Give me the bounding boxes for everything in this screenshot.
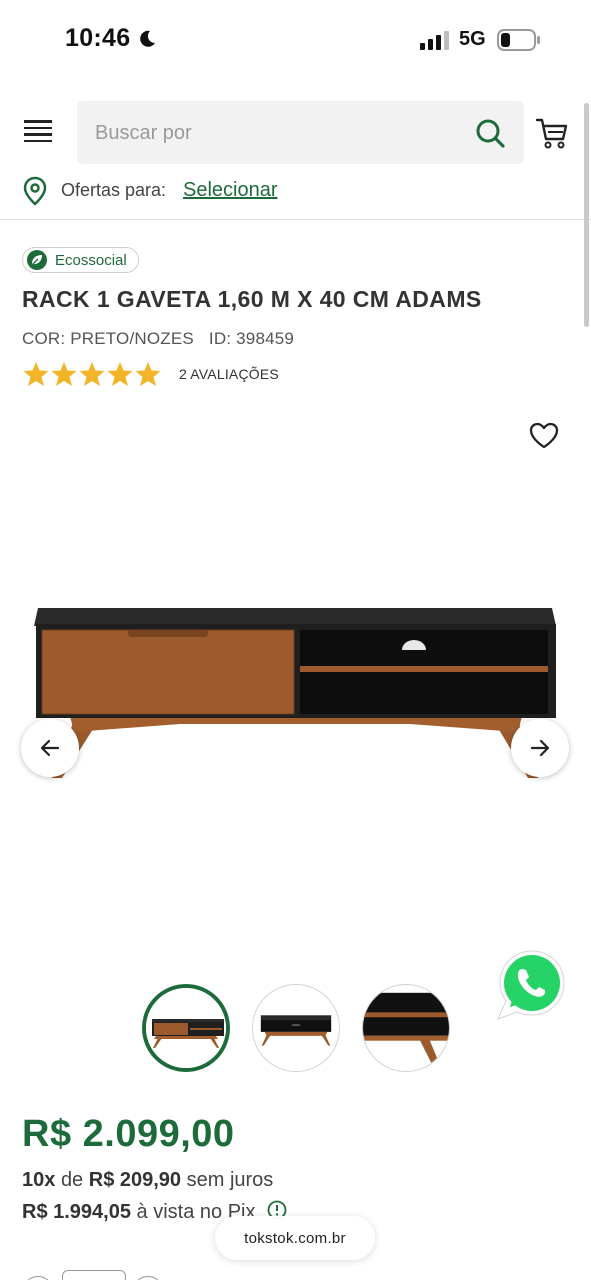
star-icon: [23, 362, 49, 386]
battery-icon: [497, 29, 540, 51]
leaf-icon: [27, 250, 47, 270]
product-meta: COR: PRETO/NOZES ID: 398459: [22, 329, 294, 349]
installment-count: 10x: [22, 1169, 56, 1191]
scrollbar[interactable]: [584, 103, 589, 327]
product-price: R$ 2.099,00: [22, 1113, 235, 1155]
star-icon: [51, 362, 77, 386]
search-bar[interactable]: [77, 101, 524, 164]
cart-icon[interactable]: [535, 116, 569, 150]
product-id: ID: 398459: [208, 329, 295, 348]
search-input[interactable]: [95, 119, 455, 147]
star-icon: [107, 362, 133, 386]
next-image-button[interactable]: [511, 719, 569, 777]
delivery-location: Ofertas para: Selecionar: [22, 176, 562, 208]
reviews-link[interactable]: 2 AVALIAÇÕES: [179, 366, 279, 382]
search-icon[interactable]: [474, 117, 506, 149]
thumbnail-2[interactable]: [252, 984, 340, 1072]
quantity-decrease-button[interactable]: [22, 1276, 54, 1280]
badge-label: Ecossocial: [55, 251, 127, 269]
arrow-left-icon: [40, 739, 60, 757]
heart-icon[interactable]: [528, 421, 560, 449]
installment-value: R$ 209,90: [88, 1169, 182, 1191]
pin-icon: [23, 176, 47, 206]
product-color: COR: PRETO/NOZES: [22, 329, 194, 348]
quantity-field[interactable]: [62, 1270, 126, 1280]
moon-icon: [140, 30, 155, 47]
star-icon: [79, 362, 105, 386]
installments-info: 10x de R$ 209,90 sem juros: [22, 1169, 273, 1192]
thumbnail-1[interactable]: [142, 984, 230, 1072]
quantity-stepper: [22, 1268, 182, 1280]
installment-of: de: [60, 1169, 84, 1191]
status-time: 10:46: [65, 24, 131, 52]
browser-url-bar[interactable]: tokstok.com.br: [215, 1216, 375, 1260]
network-type: 5G: [459, 28, 486, 50]
header-divider: [0, 219, 591, 220]
browser-url: tokstok.com.br: [244, 1229, 346, 1247]
quantity-increase-button[interactable]: [132, 1276, 164, 1280]
thumbnail-gallery: [0, 984, 591, 1074]
star-icon: [135, 362, 161, 386]
pix-value: R$ 1.994,05: [22, 1201, 131, 1223]
previous-image-button[interactable]: [21, 719, 79, 777]
installment-suffix: sem juros: [186, 1169, 274, 1191]
ecossocial-badge: Ecossocial: [22, 247, 139, 273]
select-location-link[interactable]: Selecionar: [183, 179, 278, 202]
signal-icon: [420, 31, 449, 50]
arrow-right-icon: [530, 739, 550, 757]
status-bar: 10:46 5G: [0, 0, 591, 80]
product-title: RACK 1 GAVETA 1,60 M X 40 CM ADAMS: [22, 286, 482, 312]
product-image[interactable]: [30, 600, 562, 790]
offers-label: Ofertas para:: [61, 180, 167, 200]
menu-icon[interactable]: [24, 120, 54, 146]
thumbnail-3[interactable]: [362, 984, 450, 1072]
rating-stars[interactable]: [22, 360, 167, 390]
